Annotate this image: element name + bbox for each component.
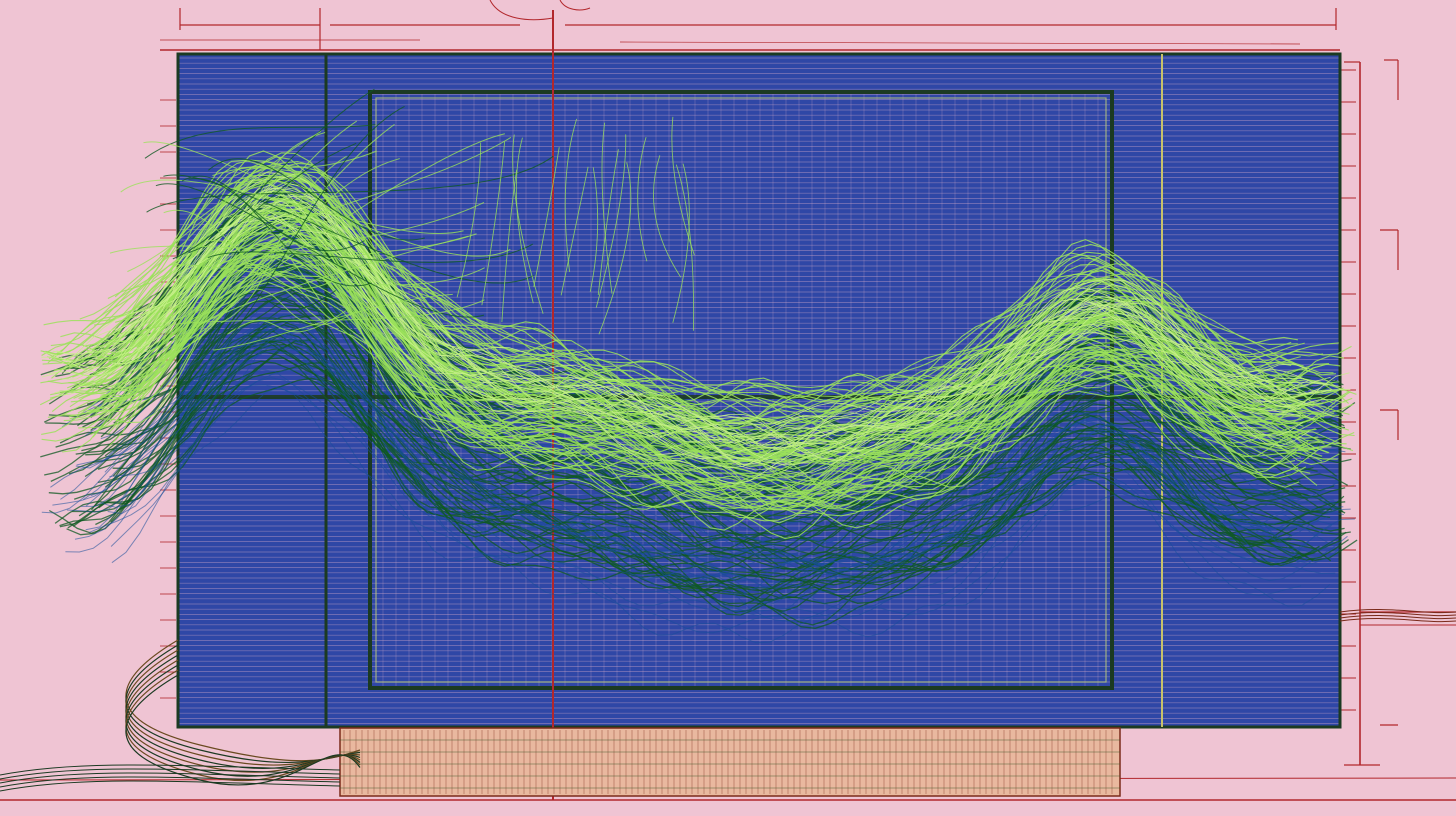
base-body [339,727,1121,797]
blueprint-monitor-artwork [0,0,1456,816]
monitor-base [339,727,1121,797]
